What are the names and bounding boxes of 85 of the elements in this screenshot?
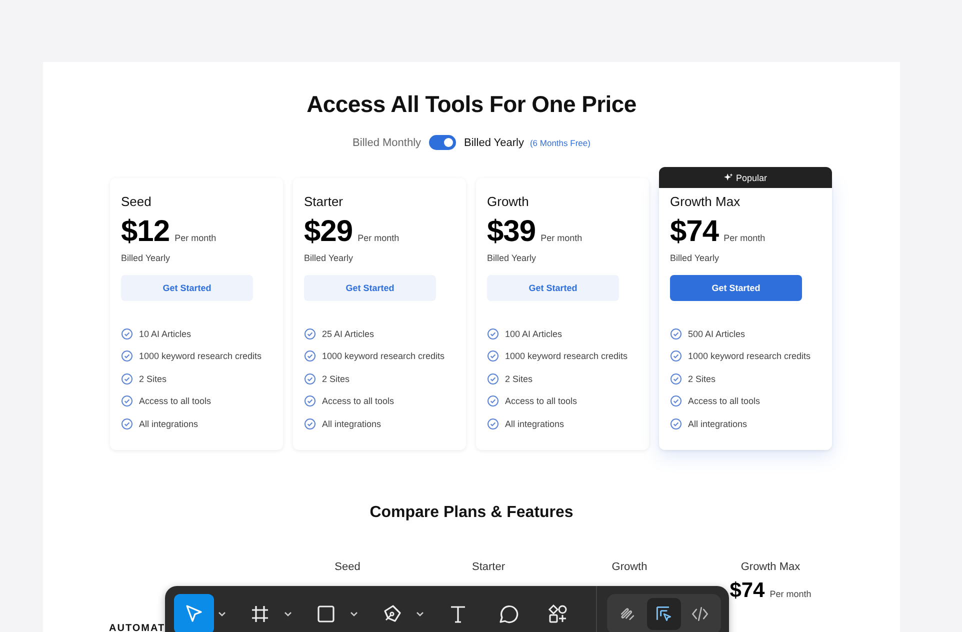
check-icon — [670, 372, 682, 385]
plan-price: $12 — [121, 215, 170, 249]
check-icon — [670, 418, 682, 430]
feature-text: Access to all tools — [688, 396, 760, 406]
comment-icon — [497, 603, 519, 625]
feature-text: 25 AI Articles — [322, 328, 374, 339]
check-icon — [121, 418, 133, 430]
get-started-button[interactable]: Get Started — [304, 275, 436, 301]
check-icon — [304, 350, 316, 362]
billed-yearly-label: Billed Yearly — [464, 136, 524, 148]
plan-column-header: Seed — [334, 561, 362, 573]
feature-text: 2 Sites — [322, 374, 350, 384]
feature-text: 100 AI Articles — [505, 328, 562, 339]
design-icon — [654, 604, 674, 624]
plan-price: $74 — [730, 579, 765, 603]
frame-icon — [249, 603, 271, 625]
check-icon — [304, 418, 316, 430]
feature-text: Access to all tools — [139, 396, 212, 406]
section-title: Compare Plans & Features — [370, 504, 574, 522]
feature-text: All integrations — [505, 418, 564, 429]
billing-note: Billed Yearly — [304, 253, 354, 263]
plan-price: $29 — [304, 215, 353, 249]
row-label: AUTOMAT — [109, 623, 166, 632]
check-icon — [121, 395, 133, 408]
billing-note: Billed Yearly — [487, 253, 538, 263]
popular-badge: Popular — [659, 167, 832, 188]
plan-name: Growth Max — [670, 194, 742, 209]
check-icon — [487, 328, 499, 340]
plan-name: Seed — [121, 194, 152, 209]
feature-text: 2 Sites — [139, 374, 167, 384]
feature-text: Access to all tools — [505, 396, 578, 406]
plan-name: Starter — [304, 194, 344, 209]
pointer-tool-button[interactable] — [174, 594, 214, 632]
pointer-icon — [183, 603, 205, 625]
page-title: Access All Tools For One Price — [306, 91, 636, 118]
feature-text: All integrations — [322, 418, 382, 429]
get-started-button[interactable]: Get Started — [121, 275, 253, 301]
components-icon — [547, 603, 569, 625]
price-period: Per month — [358, 233, 400, 243]
check-icon — [487, 350, 499, 362]
discount-note: (6 Months Free) — [530, 138, 590, 148]
check-icon — [121, 372, 133, 385]
check-icon — [304, 395, 316, 408]
rectangle-icon — [315, 603, 337, 625]
sparkle-icon — [724, 173, 733, 182]
check-icon — [487, 418, 499, 430]
feature-text: 10 AI Articles — [139, 328, 192, 339]
plan-price: $74 — [670, 215, 719, 249]
check-icon — [121, 328, 133, 340]
get-started-button[interactable]: Get Started — [670, 275, 802, 301]
feature-text: 2 Sites — [505, 374, 533, 384]
code-icon — [690, 604, 710, 624]
design-mode-button[interactable] — [647, 598, 681, 630]
price-period: Per month — [770, 589, 812, 599]
pen-icon — [381, 603, 403, 625]
price-period: Per month — [540, 233, 582, 243]
price-period: Per month — [174, 233, 216, 243]
plan-name: Growth — [487, 194, 530, 209]
billing-note: Billed Yearly — [670, 253, 720, 263]
feature-text: All integrations — [688, 418, 748, 429]
get-started-button[interactable]: Get Started — [487, 275, 619, 301]
check-icon — [670, 350, 682, 362]
plan-price: $39 — [487, 215, 536, 249]
check-icon — [670, 395, 682, 408]
billed-monthly-label: Billed Monthly — [352, 136, 422, 148]
feature-text: All integrations — [139, 418, 198, 429]
price-period: Per month — [724, 233, 766, 243]
plan-column-header: Growth — [610, 561, 648, 573]
feature-text: Access to all tools — [322, 396, 394, 406]
feature-text: 2 Sites — [688, 374, 716, 384]
billing-toggle[interactable] — [429, 135, 456, 150]
plan-column-header: Growth Max — [740, 561, 802, 573]
check-icon — [304, 372, 316, 385]
check-icon — [670, 328, 682, 340]
plan-column-header: Starter — [470, 561, 506, 573]
feature-text: 1000 keyword research credits — [322, 351, 445, 362]
feature-text: 1000 keyword research credits — [505, 351, 628, 362]
feature-text: 500 AI Articles — [688, 328, 746, 339]
check-icon — [487, 372, 499, 385]
check-icon — [487, 395, 499, 408]
feature-text: 1000 keyword research credits — [688, 351, 811, 362]
billing-note: Billed Yearly — [121, 253, 172, 263]
check-icon — [121, 350, 133, 362]
check-icon — [304, 328, 316, 340]
feature-text: 1000 keyword research credits — [139, 351, 262, 362]
